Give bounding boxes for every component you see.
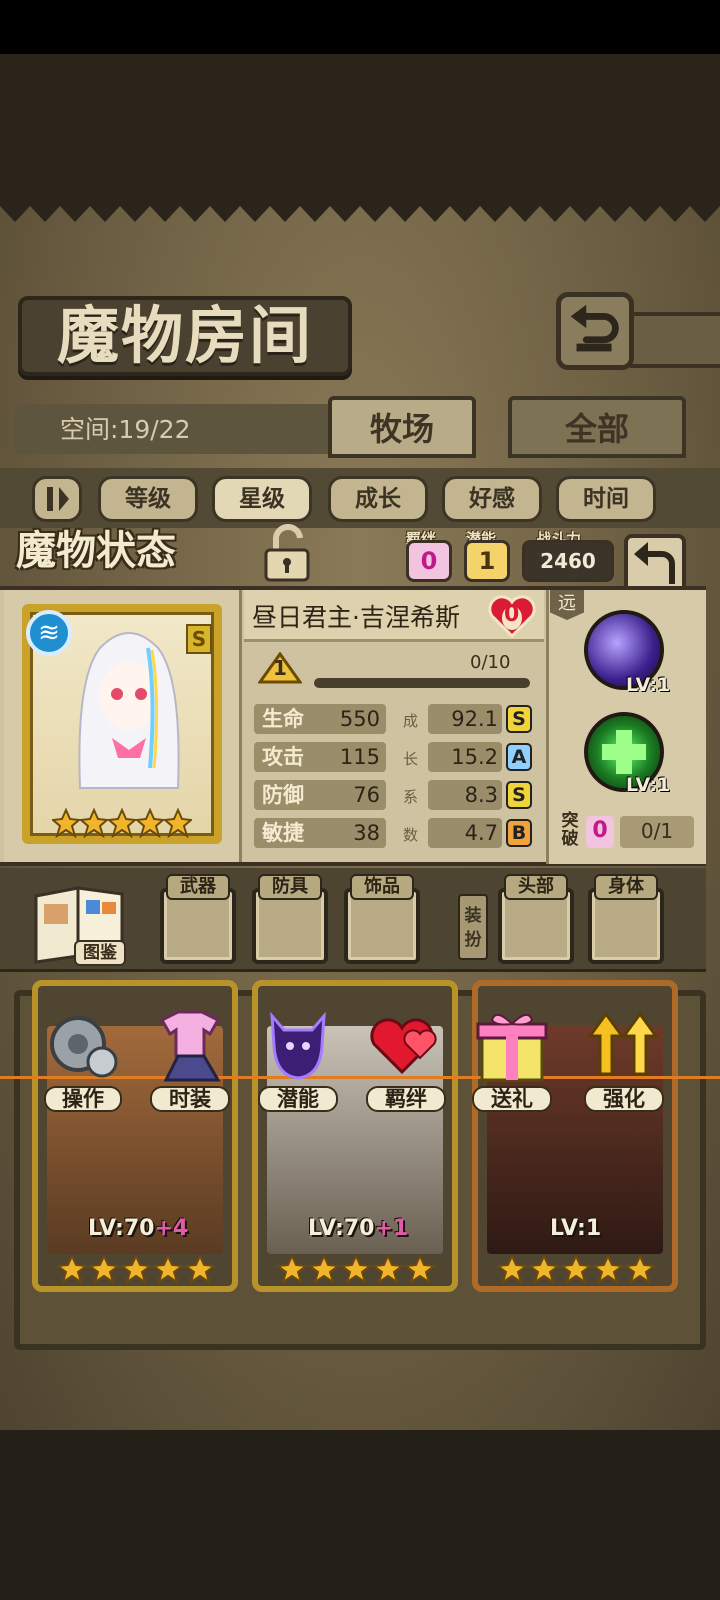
grade-badge-agility: B — [506, 819, 532, 847]
stat-value-attack: 115 — [339, 745, 380, 769]
skill-level: LV:1 — [626, 774, 671, 796]
breakthrough-count: 0 — [586, 816, 614, 848]
fashion-label: 时装 — [150, 1086, 230, 1112]
equip-label-accessory: 饰品 — [350, 874, 414, 900]
outfit-icon — [159, 1010, 221, 1082]
codex-label: 图鉴 — [74, 940, 126, 966]
equip-label-head: 头部 — [504, 874, 568, 900]
space-counter: 空间:19/22 — [14, 404, 344, 454]
potential-label: 潜能 — [258, 1086, 338, 1112]
monster-name: 昼日君主·吉涅希斯 — [252, 603, 460, 632]
power-stat-value: 2460 — [522, 540, 614, 582]
sort-time-button[interactable]: 时间 — [556, 476, 656, 522]
background-map-lower — [0, 1430, 720, 1600]
tab-all[interactable]: 全部 — [508, 396, 686, 458]
growth-char: 长 — [403, 750, 419, 768]
sort-growth-button[interactable]: 成长 — [328, 476, 428, 522]
panel-zigzag-edge — [0, 186, 720, 222]
monster-card-stars — [56, 1254, 216, 1284]
skill-level: LV:1 — [626, 674, 671, 696]
return-arrow-icon — [634, 542, 675, 584]
enhance-label: 强化 — [584, 1086, 664, 1112]
growth-value-attack: 15.2 — [451, 745, 498, 769]
unlock-icon[interactable] — [262, 524, 312, 582]
potential-stat-value: 1 — [464, 540, 510, 582]
rank-badge: S — [186, 624, 212, 654]
sort-order-toggle[interactable] — [32, 476, 82, 522]
breakthrough-label: 突破 — [561, 811, 579, 849]
status-title: 魔物状态 — [16, 527, 176, 574]
tab-farm[interactable]: 牧场 — [328, 396, 476, 458]
sort-affection-button[interactable]: 好感 — [442, 476, 542, 522]
room-title: 魔物房间 — [56, 299, 313, 372]
grade-badge-hp: S — [506, 705, 532, 733]
room-title-plate: 魔物房间 — [18, 296, 352, 376]
back-button[interactable] — [556, 292, 634, 370]
upgrade-arrows-icon — [587, 1011, 659, 1076]
stat-name-defense: 防御 — [262, 783, 304, 807]
shadow-demon-icon — [270, 1011, 326, 1080]
bond-stat-value: 0 — [406, 540, 452, 582]
hearts-icon — [370, 1018, 437, 1075]
monster-card-stars — [276, 1254, 436, 1284]
monster-card-level: LV:1 — [550, 1216, 602, 1241]
monster-card-stars — [496, 1254, 656, 1284]
stat-name-agility: 敏捷 — [262, 821, 304, 845]
background-map-upper — [0, 54, 720, 186]
equip-label-armor: 防具 — [258, 874, 322, 900]
level-badge: 1 — [257, 651, 303, 690]
gear-icon — [50, 1016, 118, 1078]
growth-value-agility: 4.7 — [464, 821, 498, 845]
status-title-plate: 魔物状态 — [6, 522, 242, 580]
exp-bar — [314, 678, 530, 688]
equip-label-weapon: 武器 — [166, 874, 230, 900]
sort-level-button[interactable]: 等级 — [98, 476, 198, 522]
sort-star-button[interactable]: 星级 — [212, 476, 312, 522]
stat-value-agility: 38 — [353, 821, 380, 845]
back-tab-rail — [630, 312, 720, 368]
stat-name-hp: 生命 — [262, 707, 304, 731]
growth-value-defense: 8.3 — [464, 783, 498, 807]
monster-portrait — [78, 632, 180, 789]
grade-badge-attack: A — [506, 743, 532, 771]
gift-label: 送礼 — [472, 1086, 552, 1112]
dress-tag: 装扮 — [458, 894, 488, 960]
operate-label: 操作 — [44, 1086, 122, 1112]
growth-char: 系 — [403, 788, 419, 806]
gift-box-icon — [476, 1013, 548, 1082]
monster-star-rating — [52, 808, 192, 838]
exp-text: 0/10 — [470, 652, 511, 673]
growth-value-hp: 92.1 — [451, 707, 498, 731]
monster-card-level: LV:70+1 — [308, 1216, 409, 1241]
level-value: 1 — [273, 656, 287, 680]
stat-value-hp: 550 — [339, 707, 380, 731]
water-wave-icon: ≋ — [26, 610, 72, 656]
affection-value: 0 — [504, 602, 520, 627]
monster-card-level: LV:70+4 — [88, 1216, 189, 1241]
stat-value-defense: 76 — [353, 783, 380, 807]
stat-name-attack: 攻击 — [262, 745, 304, 769]
growth-char: 成 — [403, 712, 419, 730]
space-label: 空间:19/22 — [60, 415, 191, 444]
affection-badge[interactable]: 0 — [486, 592, 538, 640]
equip-label-body: 身体 — [594, 874, 658, 900]
sort-order-icon — [47, 487, 69, 511]
bond-label: 羁绊 — [366, 1086, 446, 1112]
breakthrough-progress: 0/1 — [620, 816, 694, 848]
status-bar — [0, 0, 720, 54]
grade-badge-defense: S — [506, 781, 532, 809]
growth-char: 数 — [403, 826, 419, 844]
return-arrow-icon — [570, 304, 619, 352]
